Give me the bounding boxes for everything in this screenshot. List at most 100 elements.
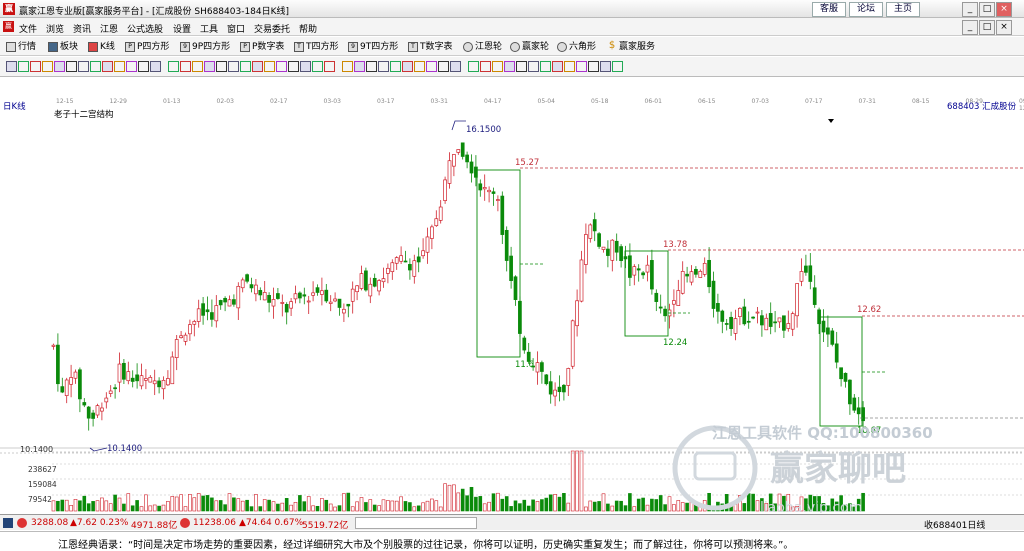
draw-tool-icon[interactable] [102, 61, 113, 72]
candle-body [830, 330, 835, 345]
draw-tool-icon[interactable] [204, 61, 215, 72]
menu-gann[interactable]: 江恩 [100, 22, 118, 35]
tool-gann-wheel[interactable]: 江恩轮 [463, 40, 502, 54]
tool-p-square[interactable]: P P四方形 [125, 40, 169, 54]
draw-tool-icon[interactable] [588, 61, 599, 72]
draw-tool-icon[interactable] [564, 61, 575, 72]
menu-help[interactable]: 帮助 [299, 22, 317, 35]
menu-tools[interactable]: 工具 [200, 22, 218, 35]
tool-quote[interactable]: 行情 [6, 40, 36, 54]
draw-tool-icon[interactable] [264, 61, 275, 72]
draw-tool-icon[interactable] [402, 61, 413, 72]
draw-tool-icon[interactable] [252, 61, 263, 72]
minimize-button[interactable]: _ [962, 2, 978, 17]
draw-tool-icon[interactable] [354, 61, 365, 72]
draw-tool-icon[interactable] [180, 61, 191, 72]
link-zhuye[interactable]: 主页 [886, 2, 920, 17]
link-luntan[interactable]: 论坛 [849, 2, 883, 17]
draw-tool-icon[interactable] [324, 61, 335, 72]
volume-bar [346, 492, 351, 512]
candle-body [174, 339, 179, 358]
draw-tool-icon[interactable] [480, 61, 491, 72]
draw-tool-icon[interactable] [552, 61, 563, 72]
draw-tool-icon[interactable] [576, 61, 587, 72]
date-tick: 03-17 [377, 98, 395, 105]
volume-bar [258, 506, 263, 512]
draw-tool-icon[interactable] [528, 61, 539, 72]
menu-trade[interactable]: 交易委托 [254, 22, 290, 35]
draw-tool-icon[interactable] [126, 61, 137, 72]
draw-tool-icon[interactable] [228, 61, 239, 72]
draw-tool-icon[interactable] [540, 61, 551, 72]
draw-tool-icon[interactable] [42, 61, 53, 72]
draw-tool-icon[interactable] [612, 61, 623, 72]
kline-chart[interactable]: 老子十二宫结构 10.1400 238627 159084 79542 16.1… [0, 108, 1024, 513]
status-scrollbar[interactable] [355, 517, 477, 529]
draw-tool-icon[interactable] [312, 61, 323, 72]
tool-sector[interactable]: 板块 [48, 40, 78, 54]
draw-tool-icon[interactable] [276, 61, 287, 72]
inner-close-button[interactable]: × [996, 20, 1012, 35]
draw-tool-icon[interactable] [426, 61, 437, 72]
tool-winner-wheel[interactable]: 赢家轮 [510, 40, 549, 54]
volume-bar [78, 500, 82, 512]
inner-restore-button[interactable]: □ [979, 20, 995, 35]
candle-body [73, 371, 78, 379]
draw-tool-icon[interactable] [468, 61, 479, 72]
candle-body [663, 308, 667, 317]
candle-body [271, 299, 276, 307]
draw-tool-icon[interactable] [6, 61, 17, 72]
draw-tool-icon[interactable] [90, 61, 101, 72]
draw-tool-icon[interactable] [492, 61, 503, 72]
draw-tool-icon[interactable] [138, 61, 149, 72]
draw-tool-icon[interactable] [366, 61, 377, 72]
tool-p-number-table[interactable]: P P数字表 [240, 40, 284, 54]
draw-tool-icon[interactable] [438, 61, 449, 72]
tool-9t-square[interactable]: 9 9T四方形 [348, 40, 398, 54]
link-kefu[interactable]: 客服 [812, 2, 846, 17]
inner-minimize-button[interactable]: _ [962, 20, 978, 35]
draw-tool-icon[interactable] [78, 61, 89, 72]
draw-tool-icon[interactable] [342, 61, 353, 72]
candle-body [280, 302, 285, 304]
menu-info[interactable]: 资讯 [73, 22, 91, 35]
draw-tool-icon[interactable] [240, 61, 251, 72]
menu-formula[interactable]: 公式选股 [127, 22, 163, 35]
menu-browse[interactable]: 浏览 [46, 22, 64, 35]
maximize-button[interactable]: □ [979, 2, 995, 17]
tool-9p-square[interactable]: 9 9P四方形 [180, 40, 230, 54]
draw-tool-icon[interactable] [516, 61, 527, 72]
draw-tool-icon[interactable] [216, 61, 227, 72]
candle-body [685, 273, 689, 277]
candle-body [645, 264, 650, 273]
draw-tool-icon[interactable] [54, 61, 65, 72]
tool-hexagon[interactable]: 六角形 [557, 40, 596, 54]
draw-tool-icon[interactable] [288, 61, 299, 72]
tool-t-square[interactable]: T T四方形 [294, 40, 339, 54]
draw-tool-icon[interactable] [504, 61, 515, 72]
draw-tool-icon[interactable] [192, 61, 203, 72]
draw-tool-icon[interactable] [390, 61, 401, 72]
draw-tool-icon[interactable] [66, 61, 77, 72]
tool-t-number-table[interactable]: T T数字表 [408, 40, 453, 54]
draw-tool-icon[interactable] [300, 61, 311, 72]
chart-area[interactable]: 老子十二宫结构 10.1400 238627 159084 79542 16.1… [0, 108, 1024, 513]
draw-tool-icon[interactable] [414, 61, 425, 72]
candle-body [812, 287, 817, 305]
tool-kline[interactable]: K线 [88, 40, 115, 54]
draw-tool-icon[interactable] [450, 61, 461, 72]
draw-tool-icon[interactable] [378, 61, 389, 72]
candle-body [790, 313, 795, 330]
draw-tool-icon[interactable] [30, 61, 41, 72]
candle-body [553, 389, 557, 397]
draw-tool-icon[interactable] [600, 61, 611, 72]
close-button[interactable]: × [996, 2, 1012, 17]
menu-settings[interactable]: 设置 [173, 22, 191, 35]
draw-tool-icon[interactable] [18, 61, 29, 72]
draw-tool-icon[interactable] [168, 61, 179, 72]
tool-winner-service[interactable]: $ 赢家服务 [607, 40, 655, 54]
menu-file[interactable]: 文件 [19, 22, 37, 35]
draw-tool-icon[interactable] [150, 61, 161, 72]
menu-window[interactable]: 窗口 [227, 22, 245, 35]
draw-tool-icon[interactable] [114, 61, 125, 72]
